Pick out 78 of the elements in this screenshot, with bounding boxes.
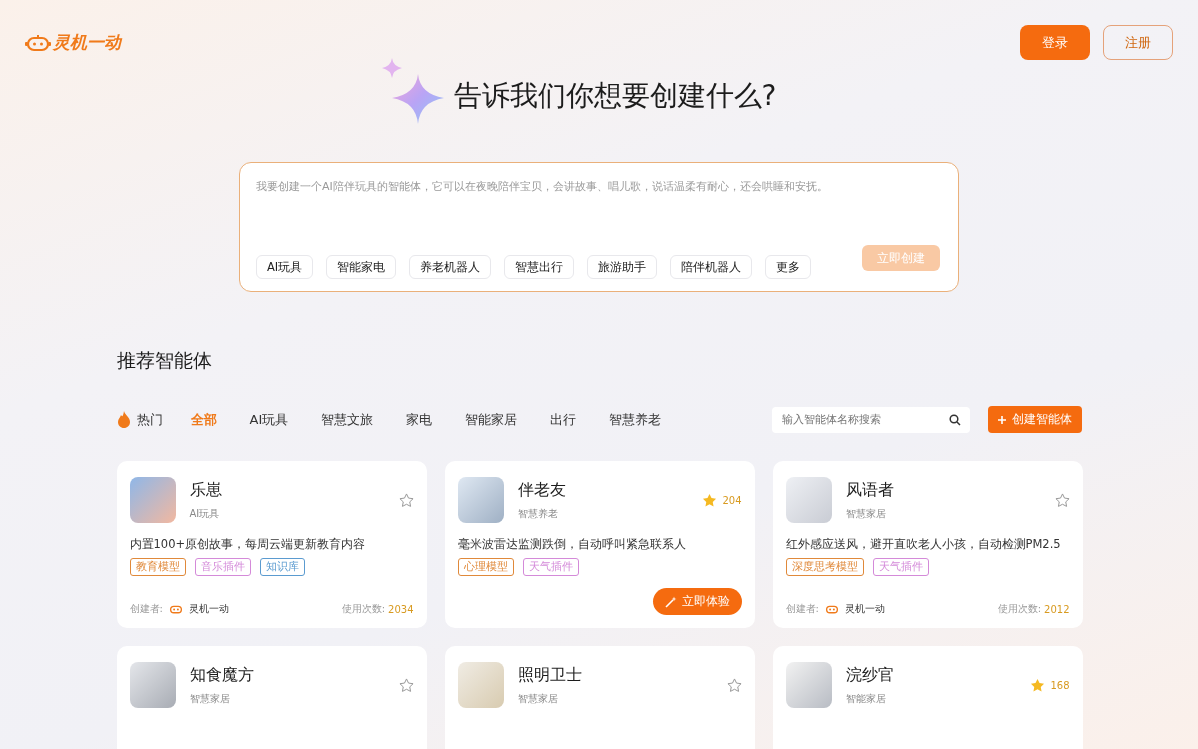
agent-image-placeholder — [129, 477, 176, 523]
agent-description: 毫米波雷达监测跌倒，自动呼叫紧急联系人 — [457, 537, 687, 552]
category-tab[interactable]: 智慧养老 — [609, 410, 662, 429]
register-button[interactable]: 注册 — [1103, 25, 1173, 60]
sparkle-icon — [381, 58, 444, 124]
agent-tag: 心理模型 — [457, 558, 514, 576]
agent-name: 照明卫士 — [517, 665, 583, 686]
suggestion-chip[interactable]: AI玩具 — [256, 255, 314, 279]
magic-wand-icon — [664, 595, 677, 608]
hero-title: 告诉我们你想要创建什么? — [453, 78, 777, 114]
suggestion-chip[interactable]: 智能家电 — [326, 255, 397, 279]
usage-label: 使用次数: — [341, 602, 386, 616]
agent-image-placeholder — [785, 477, 832, 523]
suggestion-chip[interactable]: 养老机器人 — [409, 255, 492, 279]
category-tab[interactable]: AI玩具 — [249, 410, 289, 429]
robot-logo-icon — [824, 604, 839, 614]
star-icon[interactable] — [398, 493, 414, 508]
agent-category: AI玩具 — [189, 507, 221, 521]
hot-label: 热门 — [136, 410, 163, 429]
agent-image-placeholder — [457, 662, 504, 708]
creator-name: 灵机一动 — [188, 602, 229, 616]
star-count: 168 — [1050, 680, 1070, 691]
category-tab[interactable]: 智能家居 — [465, 410, 518, 429]
agent-image-placeholder — [785, 662, 832, 708]
agent-name: 浣纱官 — [845, 665, 895, 686]
suggestion-chip[interactable]: 陪伴机器人 — [670, 255, 753, 279]
agent-tag: 教育模型 — [129, 558, 186, 576]
agent-card[interactable]: 乐崽 AI玩具 内置100+原创故事，每周云端更新教育内容 教育模型 音乐插件 知识库 创建者: 灵机一动 使用次数: 2034 — [116, 461, 427, 628]
category-tab[interactable]: 智慧文旅 — [321, 410, 374, 429]
agent-category: 智慧家居 — [189, 692, 231, 706]
star-icon[interactable] — [398, 678, 414, 693]
usage-count: 2034 — [388, 603, 414, 615]
agent-card[interactable]: 浣纱官 智能家居 168 — [772, 646, 1083, 749]
agent-tag: 天气插件 — [522, 558, 579, 576]
agent-description: 红外感应送风，避开直吹老人小孩，自动检测PM2.5 — [785, 537, 1062, 552]
agent-tag: 深度思考模型 — [785, 558, 864, 576]
star-count: 204 — [722, 495, 742, 506]
search-icon — [948, 413, 961, 426]
star-icon[interactable] — [1054, 493, 1070, 508]
agent-card[interactable]: 伴老友 智慧养老 204 毫米波雷达监测跌倒，自动呼叫紧急联系人 心理模型 天气插件 立即体验 — [444, 461, 755, 628]
suggestion-chip[interactable]: 智慧出行 — [504, 255, 575, 279]
suggestion-chip[interactable]: 旅游助手 — [587, 255, 658, 279]
creator-name: 灵机一动 — [844, 602, 885, 616]
usage-label: 使用次数: — [997, 602, 1042, 616]
star-icon[interactable] — [702, 493, 718, 508]
agent-name: 知食魔方 — [189, 665, 255, 686]
agent-image-placeholder — [129, 662, 176, 708]
robot-logo-icon — [168, 604, 183, 614]
agent-name: 风语者 — [845, 480, 895, 501]
agent-category: 智能家居 — [845, 692, 887, 706]
plus-icon — [997, 415, 1006, 424]
category-tab[interactable]: 家电 — [406, 410, 433, 429]
agent-image-placeholder — [457, 477, 504, 523]
suggestion-chip[interactable]: 更多 — [765, 255, 812, 279]
flame-icon — [116, 411, 131, 428]
category-tab[interactable]: 出行 — [550, 410, 577, 429]
agent-tag: 音乐插件 — [194, 558, 251, 576]
agent-category: 智慧家居 — [517, 692, 559, 706]
agent-card[interactable]: 照明卫士 智慧家居 — [444, 646, 755, 749]
robot-logo-icon — [25, 33, 51, 52]
agent-description: 内置100+原创故事，每周云端更新教育内容 — [129, 537, 367, 552]
agent-tag: 知识库 — [259, 558, 305, 576]
logo-text: 灵机一动 — [53, 31, 121, 54]
star-icon[interactable] — [1030, 678, 1046, 693]
agent-name: 伴老友 — [517, 480, 567, 501]
agent-tag: 天气插件 — [872, 558, 929, 576]
creator-label: 创建者: — [785, 602, 819, 616]
agent-category: 智慧家居 — [845, 507, 887, 521]
agent-card[interactable]: 风语者 智慧家居 红外感应送风，避开直吹老人小孩，自动检测PM2.5 深度思考模型 天气插件 创建者: 灵机一动 使用次数: 2012 — [772, 461, 1083, 628]
section-title: 推荐智能体 — [116, 348, 213, 373]
search-field[interactable]: 输入智能体名称搜索 — [771, 406, 970, 433]
agent-name: 乐崽 — [189, 480, 223, 501]
prompt-input-field[interactable]: 我要创建一个AI陪伴玩具的智能体，它可以在夜晚陪伴宝贝，会讲故事、唱儿歌，说话温柔有耐心，还会哄睡和安抚。 — [256, 179, 940, 245]
usage-count: 2012 — [1044, 603, 1070, 615]
agent-card[interactable]: 知食魔方 智慧家居 — [116, 646, 427, 749]
agent-category: 智慧养老 — [517, 507, 559, 521]
creator-label: 创建者: — [129, 602, 163, 616]
star-icon[interactable] — [726, 678, 742, 693]
